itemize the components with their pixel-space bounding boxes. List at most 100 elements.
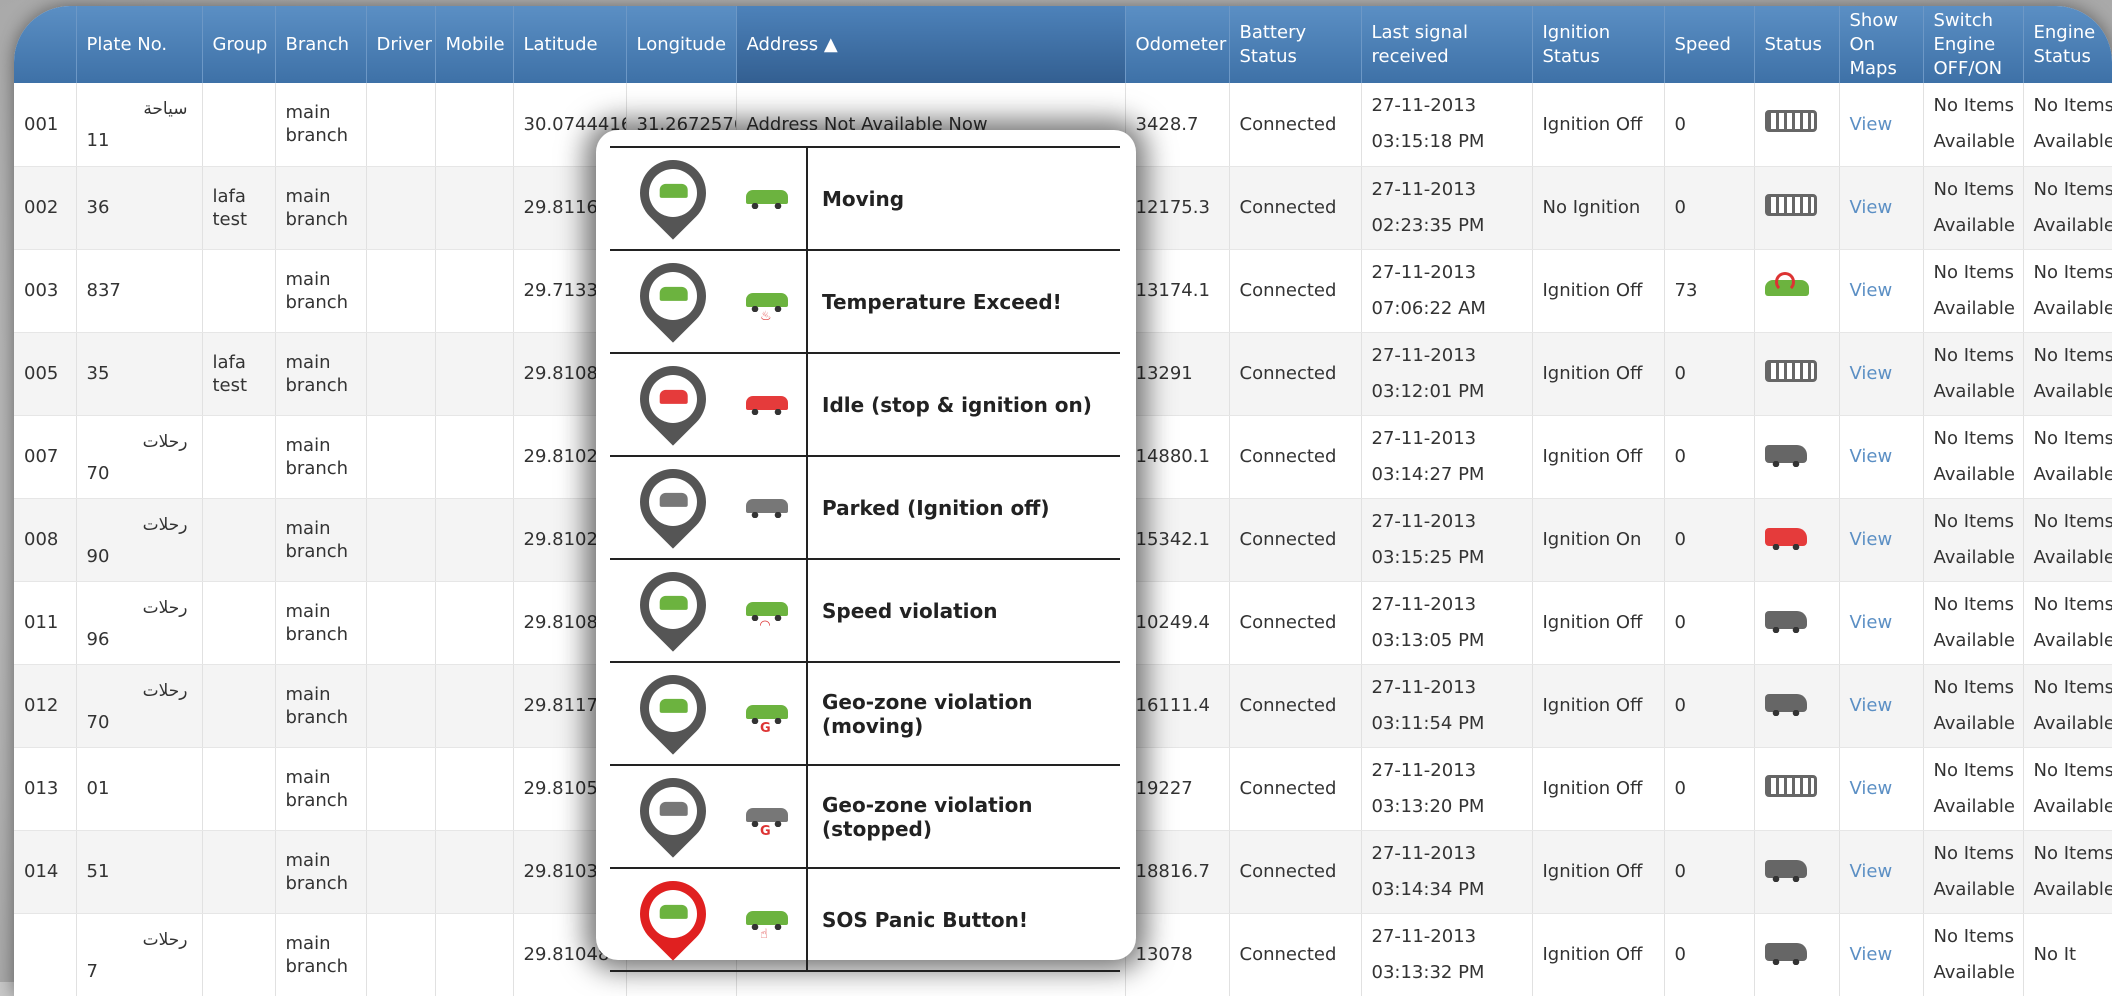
branch-cell: main branch bbox=[275, 249, 367, 333]
legend-divider bbox=[806, 354, 808, 455]
last-signal-cell: 27-11-2013 02:23:35 PM bbox=[1361, 166, 1533, 250]
column-header[interactable]: Latitude bbox=[513, 6, 627, 83]
plate-wrapper: رحلات 90 bbox=[87, 510, 192, 570]
van-icon bbox=[1764, 942, 1807, 965]
status-cell bbox=[1754, 249, 1840, 333]
plate-wrapper: رحلات 96 bbox=[87, 593, 192, 653]
engine-text-1: No Items bbox=[2033, 261, 2112, 283]
column-header[interactable]: Status bbox=[1754, 6, 1840, 83]
driver-cell bbox=[366, 581, 436, 665]
battery-status-cell: Connected bbox=[1229, 747, 1362, 831]
engine-text-2: Available bbox=[2033, 463, 2112, 485]
signal-time: 07:06:22 AM bbox=[1371, 297, 1486, 319]
column-header[interactable]: Odometer bbox=[1125, 6, 1230, 83]
view-map-link[interactable]: View bbox=[1850, 861, 1893, 882]
plate-arabic-label: رحلات bbox=[142, 929, 188, 950]
column-header[interactable]: Engine Status bbox=[2023, 6, 2112, 83]
view-map-link[interactable]: View bbox=[1850, 363, 1893, 384]
row-id-cell: 003 bbox=[14, 249, 77, 333]
group-cell bbox=[202, 664, 276, 748]
battery-status-cell: Connected bbox=[1229, 166, 1362, 250]
group-cell bbox=[202, 415, 276, 499]
switch-engine-cell: No Items Available bbox=[1923, 664, 2024, 748]
column-header[interactable] bbox=[14, 6, 77, 83]
pin-center bbox=[639, 365, 707, 433]
engine-status-cell: No Items Available bbox=[2023, 415, 2112, 499]
map-pin-icon bbox=[626, 249, 720, 343]
engine-text-2: Available bbox=[2033, 712, 2112, 734]
plate-arabic-label: رحلات bbox=[142, 431, 188, 452]
plate-number: 70 bbox=[86, 462, 110, 484]
plate-wrapper: سياحة 11 bbox=[87, 94, 192, 154]
view-map-link[interactable]: View bbox=[1850, 695, 1893, 716]
switch-engine-cell: No Items Available bbox=[1923, 166, 2024, 250]
column-header[interactable]: Ignition Status bbox=[1532, 6, 1665, 83]
view-map-link[interactable]: View bbox=[1850, 944, 1893, 965]
column-header[interactable]: Longitude bbox=[626, 6, 737, 83]
row-id-cell: 005 bbox=[14, 332, 77, 416]
engine-text-2: Available bbox=[2033, 878, 2112, 900]
car-icon bbox=[659, 904, 688, 919]
switch-engine-cell: No Items Available bbox=[1923, 581, 2024, 665]
car-icon bbox=[659, 286, 688, 301]
speed-cell: 73 bbox=[1664, 249, 1755, 333]
signal-date: 27-11-2013 bbox=[1371, 95, 1477, 117]
battery-status-cell: Connected bbox=[1229, 83, 1362, 167]
view-map-link[interactable]: View bbox=[1850, 280, 1893, 301]
switch-text-2: Available bbox=[1933, 546, 2015, 568]
column-header[interactable]: Group bbox=[202, 6, 276, 83]
signal-time: 03:13:32 PM bbox=[1371, 961, 1485, 983]
status-glyph-icon: ◠ bbox=[760, 618, 770, 633]
column-header[interactable]: Speed bbox=[1664, 6, 1755, 83]
view-map-link[interactable]: View bbox=[1850, 197, 1893, 218]
signal-time: 03:13:05 PM bbox=[1371, 629, 1485, 651]
plate-number: 51 bbox=[86, 860, 110, 882]
pin-center bbox=[639, 880, 707, 948]
column-header[interactable]: Show On Maps bbox=[1839, 6, 1924, 83]
signal-time: 03:11:54 PM bbox=[1371, 712, 1485, 734]
branch-cell: main branch bbox=[275, 913, 367, 996]
branch-cell: main branch bbox=[275, 332, 367, 416]
legend-divider bbox=[806, 869, 808, 970]
speed-cell: 0 bbox=[1664, 581, 1755, 665]
driver-cell bbox=[366, 332, 436, 416]
map-pin-icon bbox=[626, 455, 720, 549]
engine-status-cell: No Items Available bbox=[2023, 747, 2112, 831]
status-cell bbox=[1754, 83, 1840, 167]
speed-cell: 0 bbox=[1664, 664, 1755, 748]
view-map-link[interactable]: View bbox=[1850, 778, 1893, 799]
row-id-cell: 001 bbox=[14, 83, 77, 167]
column-header[interactable]: Driver bbox=[366, 6, 436, 83]
switch-text-2: Available bbox=[1933, 629, 2015, 651]
view-map-link[interactable]: View bbox=[1850, 446, 1893, 467]
signal-time: 03:15:18 PM bbox=[1371, 131, 1485, 153]
view-map-link[interactable]: View bbox=[1850, 114, 1893, 135]
switch-engine-cell: No Items Available bbox=[1923, 747, 2024, 831]
column-header[interactable]: Last signal received bbox=[1361, 6, 1533, 83]
column-header[interactable]: Mobile bbox=[435, 6, 514, 83]
view-map-link[interactable]: View bbox=[1850, 612, 1893, 633]
engine-text-1: No Items bbox=[2033, 759, 2112, 781]
plate-arabic-label: سياحة bbox=[143, 99, 188, 120]
column-header[interactable]: Battery Status bbox=[1229, 6, 1362, 83]
view-map-link[interactable]: View bbox=[1850, 529, 1893, 550]
column-header[interactable]: Address ▲ bbox=[736, 6, 1126, 83]
group-cell bbox=[202, 83, 276, 167]
battery-status-cell: Connected bbox=[1229, 498, 1362, 582]
column-header[interactable]: Plate No. bbox=[76, 6, 203, 83]
row-id-cell: 011 bbox=[14, 581, 77, 665]
plate-cell: 01 bbox=[76, 747, 203, 831]
plate-wrapper: 36 bbox=[87, 178, 192, 238]
branch-cell: main branch bbox=[275, 747, 367, 831]
switch-engine-cell: No Items Available bbox=[1923, 415, 2024, 499]
signal-date: 27-11-2013 bbox=[1371, 676, 1477, 698]
legend-label: Temperature Exceed! bbox=[822, 289, 1062, 314]
column-header[interactable]: Switch Engine OFF/ON bbox=[1923, 6, 2024, 83]
driver-cell bbox=[366, 166, 436, 250]
show-on-map-cell: View bbox=[1839, 664, 1924, 748]
column-header[interactable]: Branch bbox=[275, 6, 367, 83]
odometer-cell: 18816.7 bbox=[1125, 830, 1230, 914]
driver-cell bbox=[366, 664, 436, 748]
signal-date: 27-11-2013 bbox=[1371, 593, 1477, 615]
engine-text-1: No Items bbox=[2033, 344, 2112, 366]
